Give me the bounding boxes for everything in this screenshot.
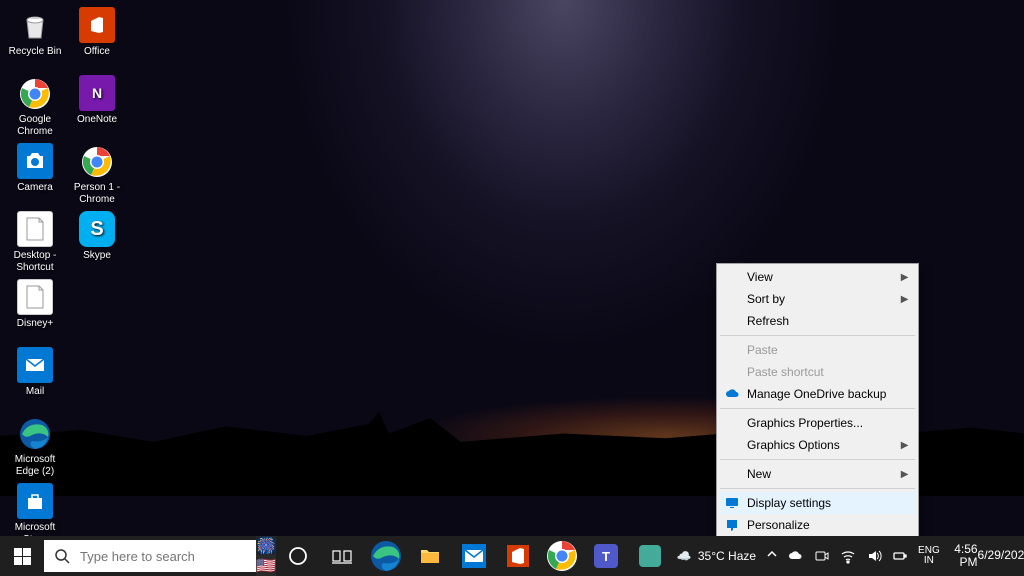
desktop-icon-office[interactable]: Office <box>66 4 128 72</box>
icon-label: Person 1 - Chrome <box>68 182 126 205</box>
store-icon <box>17 484 53 520</box>
recycle-bin-icon <box>17 8 53 44</box>
person1-chrome-icon <box>79 144 115 180</box>
menu-item-paste: Paste <box>719 339 916 361</box>
menu-separator <box>720 459 915 460</box>
menu-item-graphics-properties-[interactable]: Graphics Properties... <box>719 412 916 434</box>
desktop-icon-mail[interactable]: Mail <box>4 344 66 412</box>
menu-item-graphics-options[interactable]: Graphics Options ▶ <box>719 434 916 456</box>
menu-item-label: Graphics Options <box>747 438 840 452</box>
taskbar-app-explorer[interactable] <box>408 536 452 576</box>
us-flag-icon: 🎆🇺🇸 <box>256 536 276 576</box>
taskbar-app-task-view[interactable] <box>320 536 364 576</box>
clock[interactable]: 4:56 PM 6/29/2022 <box>945 536 1024 576</box>
wifi-icon[interactable] <box>835 548 861 564</box>
desktop-icons-grid: Recycle Bin Google Chrome Camera Desktop - … <box>0 0 132 552</box>
disney-icon <box>17 280 53 316</box>
icon-label: Office <box>84 46 110 58</box>
edge-icon <box>17 416 53 452</box>
desktop-icon-onenote[interactable]: N OneNote <box>66 72 128 140</box>
desktop-icon-desktop-shortcut[interactable]: Desktop - Shortcut <box>4 208 66 276</box>
start-button[interactable] <box>0 536 44 576</box>
menu-item-label: Manage OneDrive backup <box>747 387 886 401</box>
power-icon[interactable] <box>887 548 913 564</box>
volume-icon[interactable] <box>861 548 887 564</box>
menu-item-view[interactable]: View ▶ <box>719 266 916 288</box>
mail-icon <box>17 348 53 384</box>
menu-item-label: Graphics Properties... <box>747 416 863 430</box>
chevron-right-icon: ▶ <box>901 294 909 305</box>
office-icon <box>79 8 115 44</box>
menu-item-label: Paste <box>747 343 778 357</box>
menu-item-sort-by[interactable]: Sort by ▶ <box>719 288 916 310</box>
onenote-icon: N <box>79 76 115 112</box>
menu-item-manage-onedrive-backup[interactable]: Manage OneDrive backup <box>719 383 916 405</box>
icon-label: Disney+ <box>17 318 53 330</box>
icon-label: Google Chrome <box>6 114 64 137</box>
icon-label: Mail <box>26 386 44 398</box>
menu-item-label: Paste shortcut <box>747 365 824 379</box>
language-indicator[interactable]: ENG IN <box>913 536 945 576</box>
google-chrome-icon <box>17 76 53 112</box>
taskbar-app-office-app[interactable] <box>496 536 540 576</box>
monitor-icon <box>724 495 740 511</box>
taskbar-app-chrome[interactable] <box>540 536 584 576</box>
taskbar-app-edge[interactable] <box>364 536 408 576</box>
icon-label: Microsoft Edge (2) <box>6 454 64 477</box>
desktop-icon-disney[interactable]: Disney+ <box>4 276 66 344</box>
desktop-context-menu: View ▶ Sort by ▶ Refresh Paste Paste shortcut M… <box>716 263 919 539</box>
search-box[interactable] <box>44 540 256 572</box>
search-input[interactable] <box>80 549 256 564</box>
desktop-icon-skype[interactable]: S Skype <box>66 208 128 276</box>
desktop-shortcut-icon <box>17 212 53 248</box>
icon-label: OneNote <box>77 114 117 126</box>
search-icon <box>44 548 80 564</box>
chevron-right-icon: ▶ <box>901 440 909 451</box>
menu-item-display-settings[interactable]: Display settings <box>719 492 916 514</box>
menu-item-refresh[interactable]: Refresh <box>719 310 916 332</box>
taskbar-app-app1[interactable] <box>628 536 672 576</box>
taskbar-app-teams[interactable]: T <box>584 536 628 576</box>
icon-label: Desktop - Shortcut <box>6 250 64 273</box>
icon-label: Camera <box>17 182 53 194</box>
chevron-right-icon: ▶ <box>901 469 909 480</box>
system-tray: ☁️ 35°C Haze ENG IN 4:56 PM 6/29/2022 9 <box>672 536 1024 576</box>
desktop[interactable]: Recycle Bin Google Chrome Camera Desktop - … <box>0 0 1024 576</box>
menu-item-new[interactable]: New ▶ <box>719 463 916 485</box>
meet-now-icon[interactable] <box>809 548 835 564</box>
news-flag[interactable]: 🎆🇺🇸 <box>256 536 276 576</box>
cloud-icon <box>724 386 740 402</box>
menu-separator <box>720 335 915 336</box>
menu-item-label: Personalize <box>747 518 810 532</box>
taskbar-app-cortana[interactable] <box>276 536 320 576</box>
icon-label: Recycle Bin <box>9 46 62 58</box>
taskbar-app-mail-app[interactable] <box>452 536 496 576</box>
menu-item-label: View <box>747 270 773 284</box>
weather-temp: 35°C <box>698 549 725 563</box>
chevron-right-icon: ▶ <box>901 272 909 283</box>
weather-cond: Haze <box>728 549 756 563</box>
menu-item-paste-shortcut: Paste shortcut <box>719 361 916 383</box>
desktop-icon-recycle-bin[interactable]: Recycle Bin <box>4 4 66 72</box>
menu-separator <box>720 488 915 489</box>
icon-label: Skype <box>83 250 111 262</box>
menu-item-label: Display settings <box>747 496 831 510</box>
skype-icon: S <box>79 212 115 248</box>
chevron-up-icon[interactable] <box>761 548 783 560</box>
onedrive-icon[interactable] <box>783 548 809 564</box>
paint-icon <box>724 517 740 533</box>
menu-item-label: New <box>747 467 771 481</box>
desktop-icon-google-chrome[interactable]: Google Chrome <box>4 72 66 140</box>
weather-widget[interactable]: ☁️ 35°C Haze <box>672 536 761 576</box>
menu-item-label: Refresh <box>747 314 789 328</box>
desktop-icon-person1-chrome[interactable]: Person 1 - Chrome <box>66 140 128 208</box>
menu-item-personalize[interactable]: Personalize <box>719 514 916 536</box>
menu-separator <box>720 408 915 409</box>
desktop-icon-camera[interactable]: Camera <box>4 140 66 208</box>
menu-item-label: Sort by <box>747 292 785 306</box>
camera-icon <box>17 144 53 180</box>
desktop-icon-edge[interactable]: Microsoft Edge (2) <box>4 412 66 480</box>
taskbar: 🎆🇺🇸 T ☁️ 35°C Haze ENG IN 4:56 PM 6/29/2… <box>0 536 1024 576</box>
weather-icon: ☁️ <box>677 549 692 563</box>
